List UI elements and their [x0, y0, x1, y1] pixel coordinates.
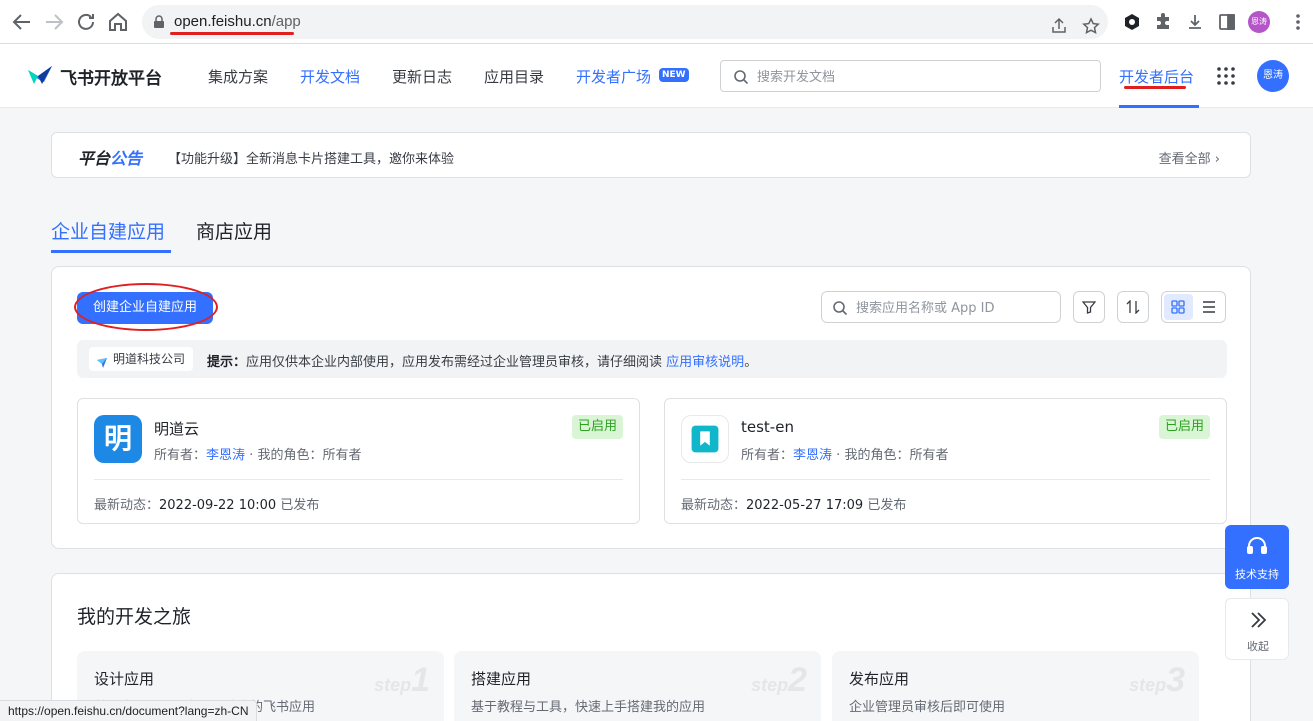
search-icon — [733, 69, 749, 85]
tab-store-apps[interactable]: 商店应用 — [196, 217, 272, 244]
step-number: step2 — [751, 661, 807, 699]
sort-icon — [1126, 300, 1140, 314]
step-title: 发布应用 — [849, 670, 910, 688]
app-activity: 最新动态：2022-05-27 17:09 已发布 — [681, 498, 907, 513]
app-card[interactable]: 明 明道云 所有者：李恩涛 · 我的角色：所有者 已启用 最新动态：2022-0… — [77, 398, 640, 524]
status-bar-url: https://open.feishu.cn/document?lang=zh-… — [0, 700, 258, 721]
extension-hex-icon[interactable] — [1122, 12, 1142, 32]
app-meta: 所有者：李恩涛 · 我的角色：所有者 — [154, 448, 362, 463]
apps-panel: 创建企业自建应用 明道科技公司 提示：应用仅供本企业内部使用，应用发布需经过企业… — [51, 266, 1251, 549]
side-panel-icon[interactable] — [1217, 12, 1237, 32]
review-guide-link[interactable]: 应用审核说明 — [666, 355, 744, 370]
app-name: test-en — [741, 418, 794, 436]
dev-journey-panel: 我的开发之旅 设计应用 基于企业场景需求，设计我的飞书应用 step1 搭建应用… — [51, 573, 1251, 721]
step-number: step3 — [1129, 661, 1185, 699]
app-name: 明道云 — [154, 420, 200, 438]
app-meta: 所有者：李恩涛 · 我的角色：所有者 — [741, 448, 949, 463]
tip-bar: 明道科技公司 提示：应用仅供本企业内部使用，应用发布需经过企业管理员审核，请仔细… — [77, 340, 1227, 378]
forward-icon[interactable] — [42, 10, 66, 34]
nav-changelog[interactable]: 更新日志 — [392, 66, 452, 87]
apps-grid-icon[interactable] — [1216, 66, 1236, 86]
tip-text: 提示：应用仅供本企业内部使用，应用发布需经过企业管理员审核，请仔细阅读 应用审核… — [207, 355, 758, 370]
feishu-logo-icon[interactable] — [26, 64, 54, 88]
search-icon — [832, 300, 848, 316]
collapse-button[interactable]: 收起 — [1225, 598, 1289, 660]
mingdao-app-icon: 明 — [94, 415, 142, 463]
list-view-icon[interactable] — [1195, 294, 1224, 320]
create-button-annotation-ellipse — [74, 283, 218, 331]
double-chevron-right-icon — [1251, 612, 1267, 628]
sort-button[interactable] — [1117, 291, 1149, 323]
back-icon[interactable] — [10, 10, 34, 34]
nav-integration[interactable]: 集成方案 — [208, 66, 268, 87]
browser-profile-avatar[interactable]: 恩涛 — [1248, 11, 1270, 33]
status-badge: 已启用 — [571, 415, 623, 439]
view-toggle — [1161, 291, 1226, 323]
site-header: 飞书开放平台 集成方案 开发文档 更新日志 应用目录 开发者广场 NEW 开发者… — [0, 44, 1313, 108]
share-icon[interactable] — [1050, 17, 1068, 35]
app-activity: 最新动态：2022-09-22 10:00 已发布 — [94, 498, 320, 513]
journey-title: 我的开发之旅 — [77, 606, 192, 628]
user-avatar[interactable]: 恩涛 — [1257, 60, 1289, 92]
more-vert-icon[interactable] — [1288, 12, 1308, 32]
step-desc: 企业管理员审核后即可使用 — [849, 700, 1006, 715]
divider — [94, 479, 623, 480]
scrollbar-track[interactable] — [1298, 108, 1313, 721]
url-text: open.feishu.cn/app — [174, 13, 301, 30]
view-all-link[interactable]: 查看全部 › — [1159, 148, 1220, 167]
step-title: 搭建应用 — [471, 670, 532, 688]
active-nav-indicator — [1119, 105, 1199, 108]
star-icon[interactable] — [1082, 17, 1100, 35]
status-badge: 已启用 — [1158, 415, 1210, 439]
download-icon[interactable] — [1185, 12, 1205, 32]
browser-toolbar: open.feishu.cn/app 恩涛 — [0, 0, 1313, 44]
active-tab-indicator — [51, 250, 171, 253]
dev-console-annotation-underline — [1124, 86, 1186, 89]
logo-text[interactable]: 飞书开放平台 — [60, 64, 162, 89]
step-desc: 基于教程与工具，快速上手搭建我的应用 — [471, 700, 706, 715]
announcement-title: 平台公告 — [78, 149, 143, 168]
step-number: step1 — [374, 661, 430, 699]
app-card[interactable]: test-en 所有者：李恩涛 · 我的角色：所有者 已启用 最新动态：2022… — [664, 398, 1227, 524]
step-card-publish[interactable]: 发布应用 企业管理员审核后即可使用 step3 — [832, 651, 1199, 721]
tenant-logo-icon — [96, 353, 108, 368]
nav-dev-console[interactable]: 开发者后台 — [1119, 66, 1194, 87]
puzzle-icon[interactable] — [1153, 12, 1173, 32]
tech-support-button[interactable]: 技术支持 — [1225, 525, 1289, 589]
app-search-input[interactable] — [856, 298, 1051, 318]
announcement-bar: 平台公告 【功能升级】全新消息卡片搭建工具，邀你来体验 查看全部 › — [51, 132, 1251, 178]
new-badge: NEW — [659, 68, 689, 82]
grid-view-icon[interactable] — [1164, 294, 1193, 320]
headset-icon — [1247, 537, 1267, 554]
announcement-text[interactable]: 【功能升级】全新消息卡片搭建工具，邀你来体验 — [168, 148, 454, 167]
divider — [681, 479, 1210, 480]
filter-icon — [1082, 301, 1096, 314]
doc-search[interactable] — [720, 60, 1101, 92]
lock-icon — [152, 15, 166, 29]
doc-search-input[interactable] — [757, 67, 1087, 87]
nav-dev-square[interactable]: 开发者广场 — [576, 66, 651, 87]
nav-app-directory[interactable]: 应用目录 — [484, 66, 544, 87]
app-search[interactable] — [821, 291, 1061, 323]
step-title: 设计应用 — [94, 670, 155, 688]
url-annotation-underline — [170, 32, 294, 35]
home-icon[interactable] — [106, 10, 130, 34]
filter-button[interactable] — [1073, 291, 1105, 323]
tab-enterprise-apps[interactable]: 企业自建应用 — [51, 217, 165, 244]
tenant-badge: 明道科技公司 — [89, 347, 194, 371]
nav-docs[interactable]: 开发文档 — [300, 66, 360, 87]
bookmark-app-icon — [681, 415, 729, 463]
step-card-build[interactable]: 搭建应用 基于教程与工具，快速上手搭建我的应用 step2 — [454, 651, 821, 721]
reload-icon[interactable] — [74, 10, 98, 34]
